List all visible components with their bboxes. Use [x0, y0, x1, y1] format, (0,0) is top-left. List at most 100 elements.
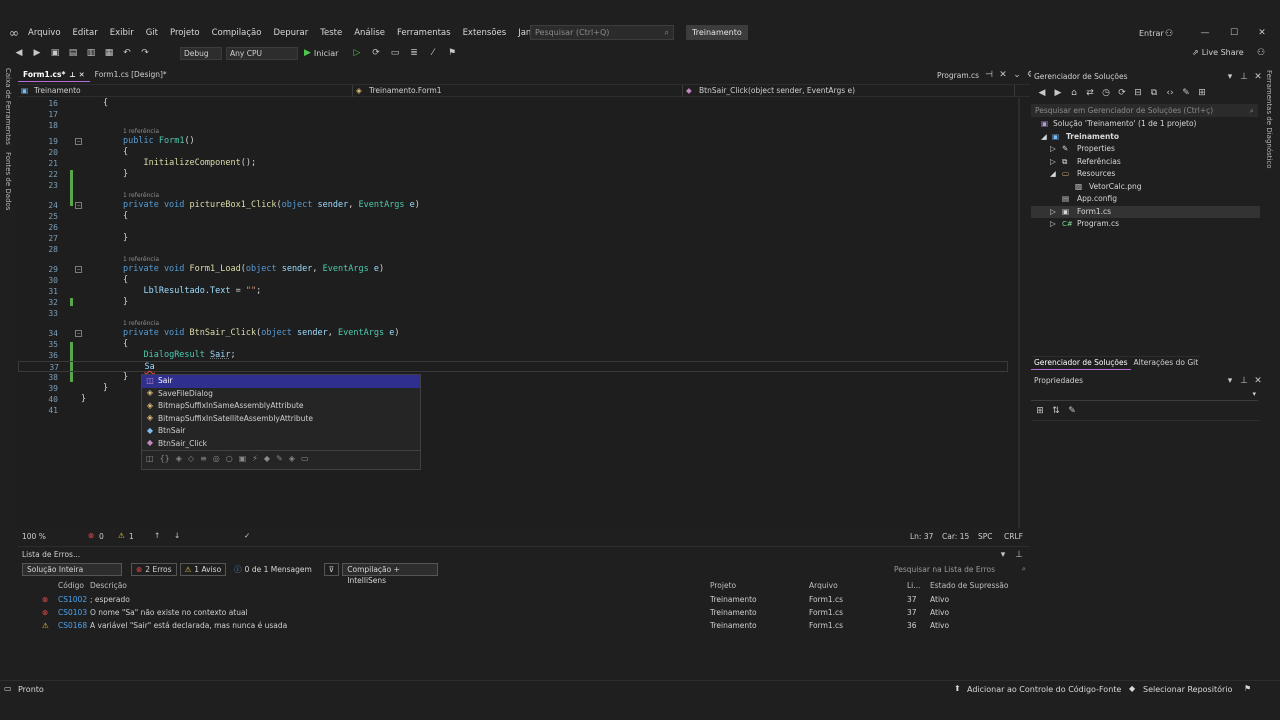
menu-item-extensoes[interactable]: Extensões: [457, 24, 513, 42]
minimize-icon[interactable]: —: [1198, 26, 1212, 40]
filter-interface-icon[interactable]: ○: [226, 454, 233, 463]
back-icon[interactable]: ◀: [12, 46, 26, 60]
nav-project-dropdown[interactable]: ▣ Treinamento: [18, 84, 353, 97]
menu-item-compilacao[interactable]: Compilação: [206, 24, 268, 42]
completion-item[interactable]: ◫ Sair: [142, 375, 420, 388]
menu-item-ferramentas[interactable]: Ferramentas: [391, 24, 457, 42]
dropdown-icon[interactable]: ▾: [1223, 374, 1237, 388]
vertical-scrollbar[interactable]: [1018, 98, 1020, 528]
save-all-icon[interactable]: ▦: [102, 46, 116, 60]
build-filter-dropdown[interactable]: Compilação + IntelliSens: [342, 563, 439, 585]
next-issue-icon[interactable]: ↓: [174, 531, 180, 540]
code-lens-references[interactable]: 1 referência: [123, 256, 159, 264]
tree-item-vetorcalc[interactable]: ▨ VetorCalc.png: [1031, 181, 1260, 194]
comment-icon[interactable]: ⁄: [426, 46, 440, 60]
menu-item-arquivo[interactable]: Arquivo: [22, 24, 67, 42]
completion-item[interactable]: ◆ BtnSair: [142, 425, 420, 438]
properties-object-selector[interactable]: ▾: [1031, 390, 1258, 401]
pending-changes-icon[interactable]: ◷: [1099, 86, 1113, 100]
completion-item[interactable]: ◆ BtnSair_Click: [142, 438, 420, 451]
nav-member-dropdown[interactable]: ◆ BtnSair_Click(object sender, EventArgs…: [683, 84, 1015, 97]
collapsed-arrow-icon[interactable]: ▷: [1050, 206, 1056, 219]
expanded-arrow-icon[interactable]: ◢: [1050, 168, 1056, 181]
properties-icon[interactable]: ✎: [1179, 86, 1193, 100]
collapsed-arrow-icon[interactable]: ▷: [1050, 143, 1056, 156]
code-lens-references[interactable]: 1 referência: [123, 192, 159, 200]
tree-item-form1[interactable]: ▷ ▣ Form1.cs: [1031, 205, 1260, 219]
pin-icon[interactable]: ⊥: [1237, 374, 1251, 388]
dropdown-icon[interactable]: ▾: [1223, 70, 1237, 84]
tree-item-solution[interactable]: ▣ Solução 'Treinamento' (1 de 1 projeto): [1031, 118, 1260, 131]
menu-item-editar[interactable]: Editar: [67, 24, 104, 42]
warnings-filter-button[interactable]: ⚠ 1 Aviso: [179, 563, 227, 576]
collapse-all-icon[interactable]: ⊟: [1131, 86, 1145, 100]
open-icon[interactable]: ▤: [66, 46, 80, 60]
code-cleanup-icon[interactable]: ✓: [244, 531, 250, 540]
filter-property-icon[interactable]: ✎: [276, 454, 283, 463]
undo-icon[interactable]: ↶: [120, 46, 134, 60]
tab-form1-cs[interactable]: Form1.cs* ⊥ ✕: [18, 68, 90, 82]
column-header-file[interactable]: Arquivo: [809, 579, 838, 592]
table-row[interactable]: ⊗ CS1002 ; esperado Treinamento Form1.cs…: [18, 593, 1030, 606]
sync-icon[interactable]: ⟳: [1115, 86, 1129, 100]
filter-enum-icon[interactable]: ≡: [200, 454, 207, 463]
property-pages-icon[interactable]: ✎: [1065, 404, 1079, 418]
filter-icon[interactable]: ⊽: [323, 563, 340, 576]
tree-item-program[interactable]: ▷ C# Program.cs: [1031, 218, 1260, 231]
tab-list-icon[interactable]: ⌄: [1010, 68, 1024, 82]
hot-reload-icon[interactable]: ⟳: [369, 46, 383, 60]
preview-tab-program[interactable]: Program.cs: [937, 71, 979, 80]
completion-item[interactable]: ◈ BitmapSuffixInSameAssemblyAttribute: [142, 400, 420, 413]
column-header-project[interactable]: Projeto: [710, 579, 736, 592]
filter-struct-icon[interactable]: ◇: [188, 454, 194, 463]
signin-button[interactable]: Entrar: [1139, 29, 1164, 38]
tree-item-resources[interactable]: ◢ ▭ Resources: [1031, 168, 1260, 181]
indent-mode[interactable]: SPC: [978, 532, 993, 541]
intellisense-popup[interactable]: ◫ Sair ◈ SaveFileDialog ◈ BitmapSuffixInSam…: [141, 374, 421, 470]
select-repository-button[interactable]: Selecionar Repositório: [1143, 685, 1232, 694]
collapsed-arrow-icon[interactable]: ▷: [1050, 218, 1056, 231]
column-header-description[interactable]: Descrição: [90, 579, 127, 592]
fold-toggle[interactable]: −: [75, 330, 82, 337]
diagnostic-tools-tab[interactable]: Ferramentas de Diagnóstico: [1265, 70, 1273, 169]
pin-icon[interactable]: ⊥: [1012, 548, 1026, 562]
fold-toggle[interactable]: −: [75, 202, 82, 209]
errors-filter-button[interactable]: ⊗ 2 Erros: [131, 563, 177, 576]
previous-issue-icon[interactable]: ↑: [154, 531, 160, 540]
menu-item-analise[interactable]: Análise: [348, 24, 391, 42]
layout-icon[interactable]: ▭: [388, 46, 402, 60]
fold-toggle[interactable]: −: [75, 138, 82, 145]
table-row[interactable]: ⊗ CS0103 O nome "Sa" não existe no conte…: [18, 606, 1030, 619]
code-lens-references[interactable]: 1 referência: [123, 320, 159, 328]
view-code-icon[interactable]: ‹›: [1163, 86, 1177, 100]
home-icon[interactable]: ⌂: [1067, 86, 1081, 100]
forward-icon[interactable]: ▶: [30, 46, 44, 60]
notifications-icon[interactable]: ⚑: [1244, 684, 1251, 693]
column-header-code[interactable]: Código: [58, 579, 84, 592]
menu-item-git[interactable]: Git: [140, 24, 164, 42]
line-endings[interactable]: CRLF: [1004, 532, 1023, 541]
error-count[interactable]: 0: [99, 532, 104, 541]
preview-icon[interactable]: ⊞: [1195, 86, 1209, 100]
filter-module-icon[interactable]: ▣: [239, 454, 247, 463]
pin-icon[interactable]: ⊥: [69, 68, 75, 82]
platform-dropdown[interactable]: Any CPU: [226, 47, 298, 60]
filter-field-icon[interactable]: ◈: [289, 454, 295, 463]
show-all-files-icon[interactable]: ⧉: [1147, 86, 1161, 100]
categorized-icon[interactable]: ⊞: [1033, 404, 1047, 418]
account-icon[interactable]: ⚇: [1162, 27, 1176, 41]
filter-class-icon[interactable]: ◈: [176, 454, 182, 463]
feedback-icon[interactable]: ⚇: [1254, 46, 1268, 60]
switch-views-icon[interactable]: ⇄: [1083, 86, 1097, 100]
tree-item-project[interactable]: ◢ ▣ Treinamento: [1031, 131, 1260, 144]
menu-item-exibir[interactable]: Exibir: [104, 24, 140, 42]
collapsed-arrow-icon[interactable]: ▷: [1050, 156, 1056, 169]
config-dropdown[interactable]: Debug: [180, 47, 222, 60]
column-header-line[interactable]: Li...: [907, 579, 920, 592]
forward-icon[interactable]: ▶: [1051, 86, 1065, 100]
bookmark-icon[interactable]: ⚑: [445, 46, 459, 60]
new-project-icon[interactable]: ▣: [48, 46, 62, 60]
format-icon[interactable]: ≣: [407, 46, 421, 60]
close-tab-icon[interactable]: ✕: [996, 68, 1010, 82]
tab-solution-explorer[interactable]: Gerenciador de Soluções: [1031, 357, 1131, 370]
